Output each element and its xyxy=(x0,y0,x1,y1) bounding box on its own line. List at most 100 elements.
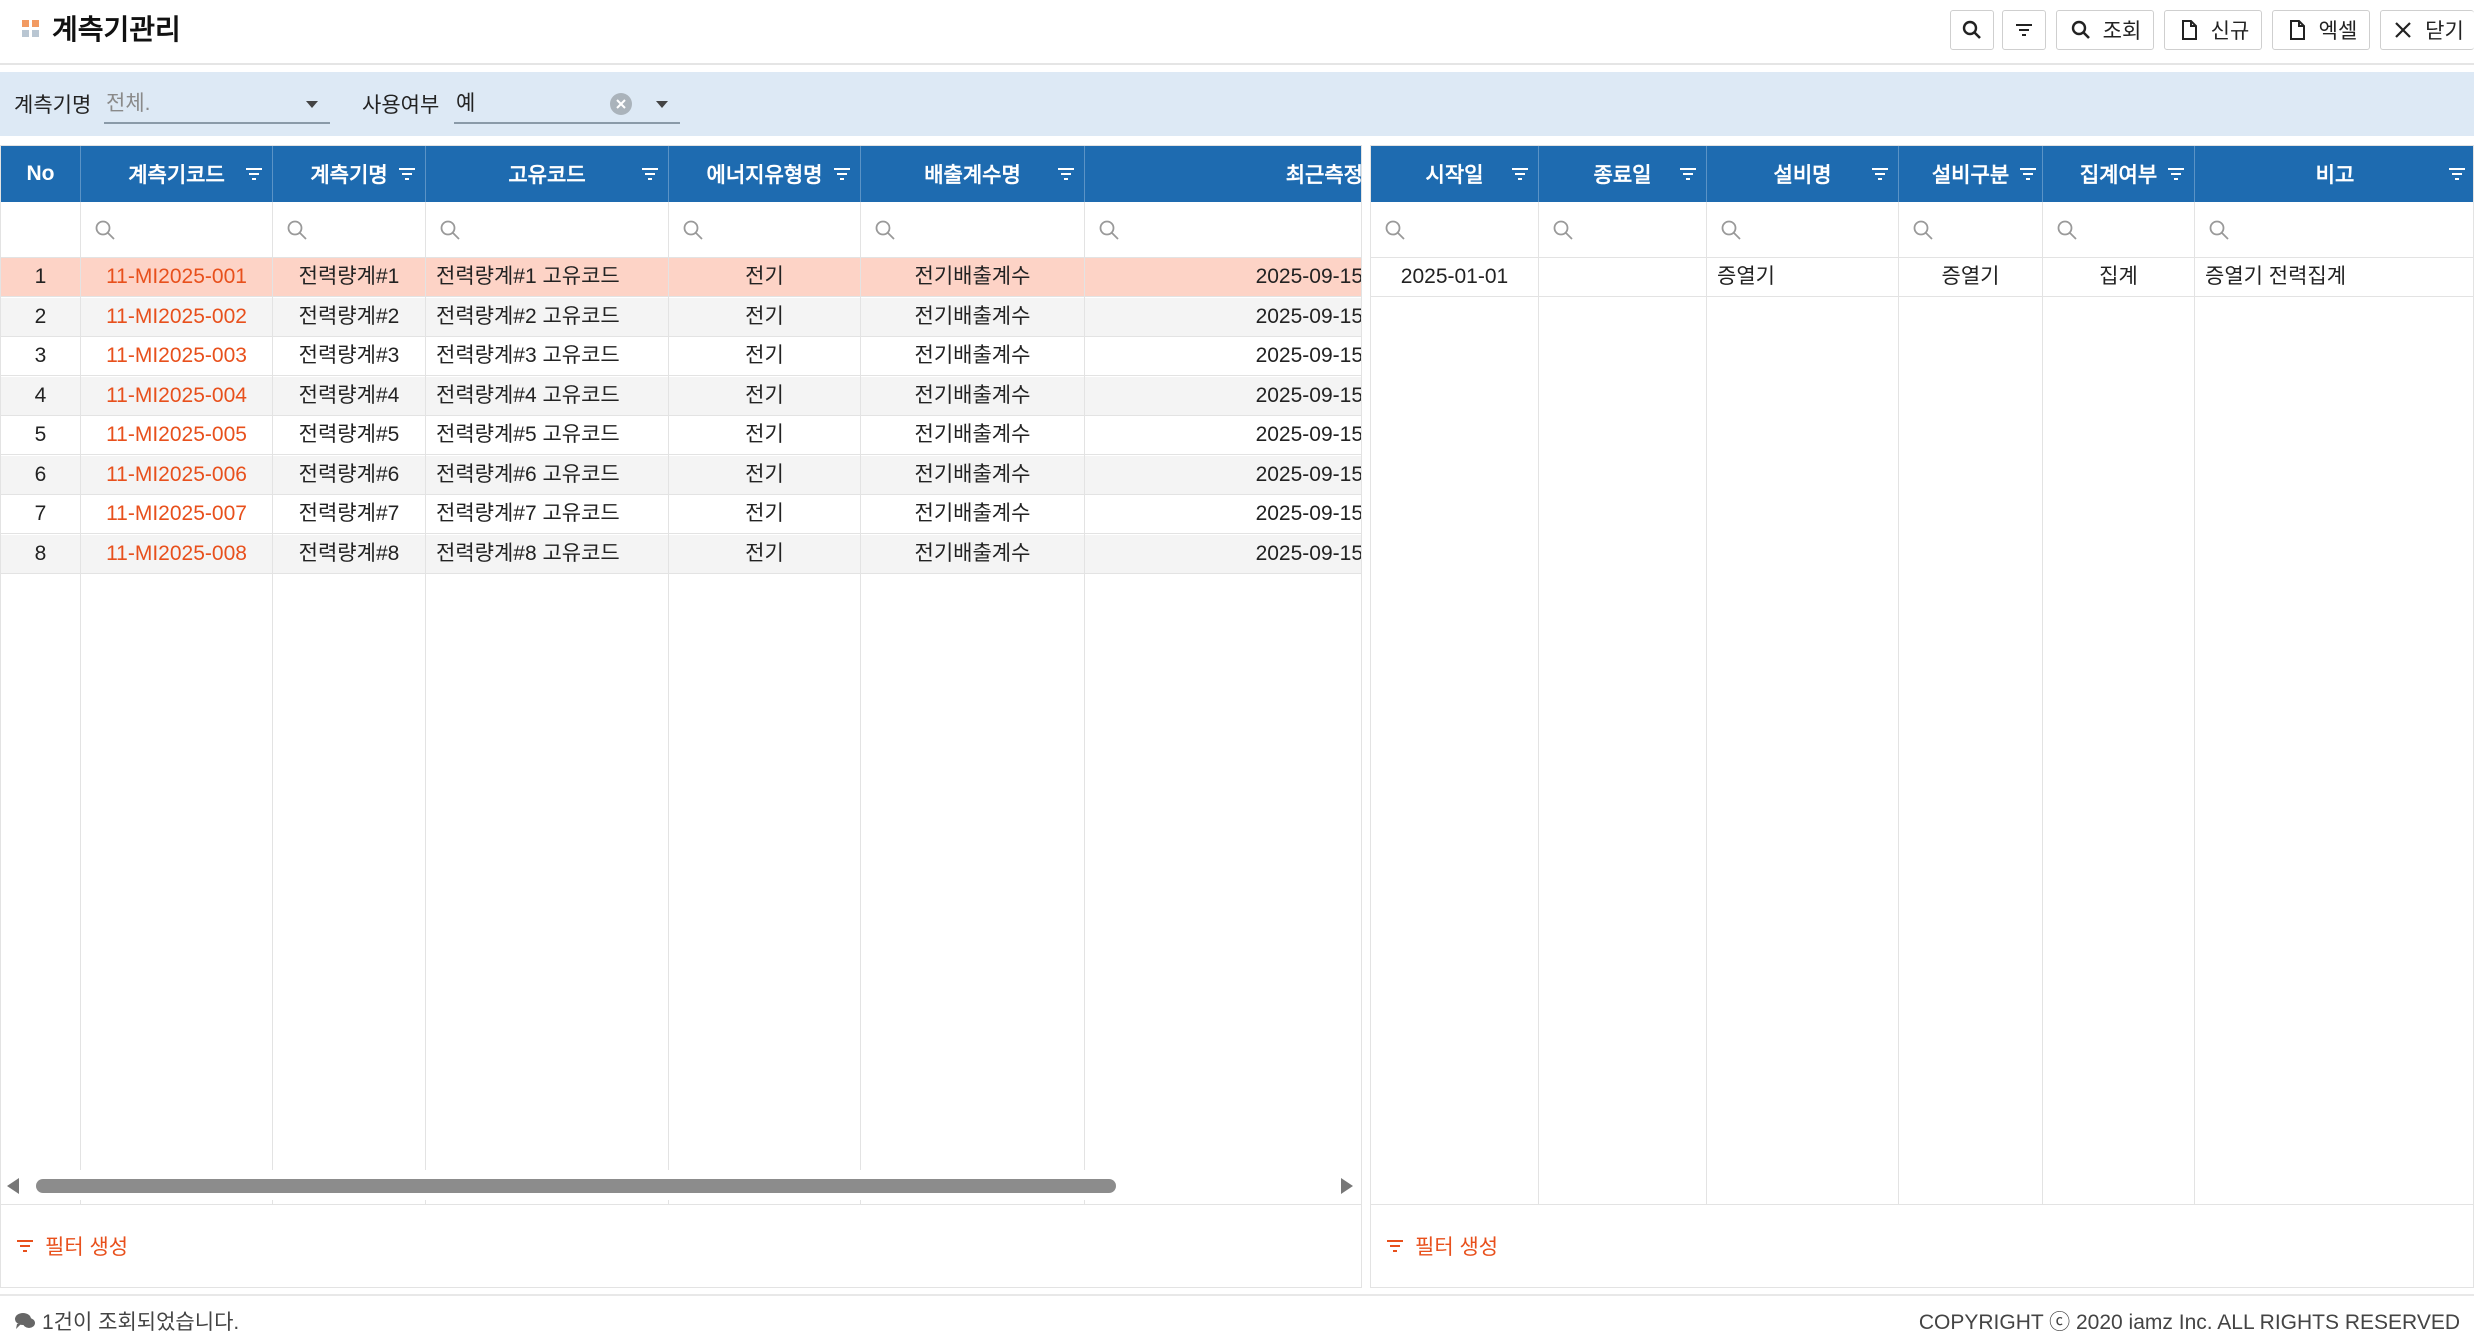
search-icon xyxy=(1962,20,1981,39)
column-header-label: 계측기코드 xyxy=(128,164,225,187)
table-cell-code: 11-MI2025-002 xyxy=(81,297,273,336)
filter-create-label: 필터 생성 xyxy=(1415,1236,1499,1259)
table-cell-agg: 집계 xyxy=(2043,258,2195,296)
scroll-right-icon[interactable] xyxy=(1341,1178,1353,1194)
table-cell-name: 전력량계#5 xyxy=(273,416,426,454)
horizontal-scrollbar[interactable] xyxy=(1,1170,1361,1200)
search-icon xyxy=(440,220,460,240)
column-search-input[interactable] xyxy=(1539,202,1707,257)
column-header-no[interactable]: No xyxy=(1,146,81,202)
filter-icon[interactable] xyxy=(640,164,660,184)
table-row[interactable]: 1 11-MI2025-001 전력량계#1 전력량계#1 고유코드 전기 전기배출계수 2… xyxy=(1,258,1362,297)
column-header-equipment-type[interactable]: 설비구분 xyxy=(1899,146,2043,202)
filter-icon[interactable] xyxy=(244,164,264,184)
filter-icon[interactable] xyxy=(2018,164,2038,184)
table-cell-unique: 전력량계#1 고유코드 xyxy=(426,258,669,296)
scrollbar-thumb[interactable] xyxy=(36,1179,1116,1193)
table-row[interactable]: 8 11-MI2025-008 전력량계#8 전력량계#8 고유코드 전기 전기배출계수 2… xyxy=(1,534,1361,574)
column-header-start-date[interactable]: 시작일 xyxy=(1371,146,1539,202)
search-button[interactable]: 조회 xyxy=(2056,10,2154,50)
table-cell-no: 8 xyxy=(1,534,81,573)
equipment-grid: 시작일 종료일 설비명 설비구분 집계여부 비고 2025-01-01 증열기 증열… xyxy=(1370,145,2474,1288)
table-cell-factor: 전기배출계수 xyxy=(861,534,1085,573)
column-header-code[interactable]: 계측기코드 xyxy=(81,146,273,202)
column-search-input[interactable] xyxy=(1371,202,1539,257)
status-bar: 1건이 조회되었습니다. COPYRIGHT ⓒ 2020 iamz Inc. … xyxy=(0,1294,2474,1340)
filter-icon[interactable] xyxy=(2166,164,2186,184)
quick-search-button[interactable] xyxy=(1950,10,1994,50)
table-cell-unique: 전력량계#4 고유코드 xyxy=(426,376,669,415)
use-yn-select[interactable]: 예 xyxy=(454,84,680,124)
table-row[interactable]: 5 11-MI2025-005 전력량계#5 전력량계#5 고유코드 전기 전기배출계수 2… xyxy=(1,416,1361,455)
table-cell-date: 2025-09-15 xyxy=(1255,265,1362,288)
table-row[interactable]: 6 11-MI2025-006 전력량계#6 전력량계#6 고유코드 전기 전기배출계수 2… xyxy=(1,455,1361,495)
filter-bar: 계측기명 전체. 사용여부 예 xyxy=(0,72,2474,136)
column-search-input[interactable] xyxy=(2043,202,2195,257)
column-header-last-measured[interactable]: 최근측정 xyxy=(1085,146,1361,202)
status-message-text: 1건이 조회되었습니다. xyxy=(42,1311,240,1334)
column-header-energy-type[interactable]: 에너지유형명 xyxy=(669,146,861,202)
filter-icon[interactable] xyxy=(1870,164,1890,184)
table-cell-factor: 전기배출계수 xyxy=(861,337,1085,375)
search-icon xyxy=(2071,20,2090,39)
grid-footer: 필터 생성 xyxy=(1,1204,1361,1287)
filter-icon[interactable] xyxy=(1056,164,1076,184)
table-cell-date: 2025-09-15 xyxy=(1255,304,1362,328)
filter-icon[interactable] xyxy=(397,164,417,184)
table-cell-energy: 전기 xyxy=(669,258,861,296)
filter-create-button[interactable]: 필터 생성 xyxy=(1385,1231,1498,1261)
table-row[interactable]: 2025-01-01 증열기 증열기 집계 증열기 전력집계 xyxy=(1371,258,2473,297)
filter-icon[interactable] xyxy=(2447,164,2467,184)
table-row[interactable]: 2 11-MI2025-002 전력량계#2 전력량계#2 고유코드 전기 전기배출계수 2… xyxy=(1,297,1362,337)
column-search-input[interactable] xyxy=(81,202,273,257)
column-search-input[interactable] xyxy=(426,202,669,257)
meter-name-select[interactable]: 전체. xyxy=(104,84,330,124)
search-icon xyxy=(1913,220,1933,240)
excel-button[interactable]: 엑셀 xyxy=(2272,10,2370,50)
grid-dots-icon xyxy=(22,20,40,38)
column-search-input[interactable] xyxy=(669,202,861,257)
search-icon xyxy=(2209,220,2229,240)
table-row[interactable]: 4 11-MI2025-004 전력량계#4 전력량계#4 고유코드 전기 전기배출계수 2… xyxy=(1,376,1361,416)
column-header-label: 비고 xyxy=(2315,164,2355,187)
table-cell-energy: 전기 xyxy=(669,455,861,494)
search-icon xyxy=(1099,220,1119,240)
column-header-unique-code[interactable]: 고유코드 xyxy=(426,146,669,202)
new-button[interactable]: 신규 xyxy=(2164,10,2262,50)
column-search-input[interactable] xyxy=(1899,202,2043,257)
table-row[interactable]: 3 11-MI2025-003 전력량계#3 전력량계#3 고유코드 전기 전기배출계수 2… xyxy=(1,337,1361,376)
column-header-equipment-name[interactable]: 설비명 xyxy=(1707,146,1899,202)
column-search-input[interactable] xyxy=(2195,202,2473,257)
excel-button-label: 엑셀 xyxy=(2318,20,2358,43)
table-row[interactable]: 7 11-MI2025-007 전력량계#7 전력량계#7 고유코드 전기 전기배출계수 2… xyxy=(1,495,1361,534)
search-icon xyxy=(287,220,307,240)
column-search-input[interactable] xyxy=(273,202,426,257)
grid-column-line xyxy=(1539,146,1707,1287)
filter-create-button[interactable]: 필터 생성 xyxy=(15,1231,128,1261)
search-icon xyxy=(2057,220,2077,240)
filter-toggle-button[interactable] xyxy=(2002,10,2046,50)
column-search-input[interactable] xyxy=(861,202,1085,257)
grid-column-line xyxy=(2043,146,2195,1287)
page-title: 계측기관리 xyxy=(52,14,181,45)
clear-icon[interactable] xyxy=(610,93,632,115)
table-cell-factor: 전기배출계수 xyxy=(861,455,1085,494)
column-header-name[interactable]: 계측기명 xyxy=(273,146,426,202)
column-header-note[interactable]: 비고 xyxy=(2195,146,2473,202)
column-search-input[interactable] xyxy=(1085,202,1361,257)
column-header-label: 고유코드 xyxy=(508,164,586,187)
table-cell-name: 전력량계#1 xyxy=(273,258,426,296)
filter-icon[interactable] xyxy=(1510,164,1530,184)
grid-column-line xyxy=(1899,146,2043,1287)
search-icon xyxy=(683,220,703,240)
chevron-down-icon xyxy=(306,101,318,108)
close-button[interactable]: 닫기 xyxy=(2380,10,2474,50)
column-header-emission-factor[interactable]: 배출계수명 xyxy=(861,146,1085,202)
document-icon xyxy=(2181,20,2197,40)
filter-icon[interactable] xyxy=(832,164,852,184)
column-header-aggregation[interactable]: 집계여부 xyxy=(2043,146,2195,202)
column-header-end-date[interactable]: 종료일 xyxy=(1539,146,1707,202)
filter-icon[interactable] xyxy=(1678,164,1698,184)
column-search-input[interactable] xyxy=(1707,202,1899,257)
scroll-left-icon[interactable] xyxy=(7,1178,19,1194)
